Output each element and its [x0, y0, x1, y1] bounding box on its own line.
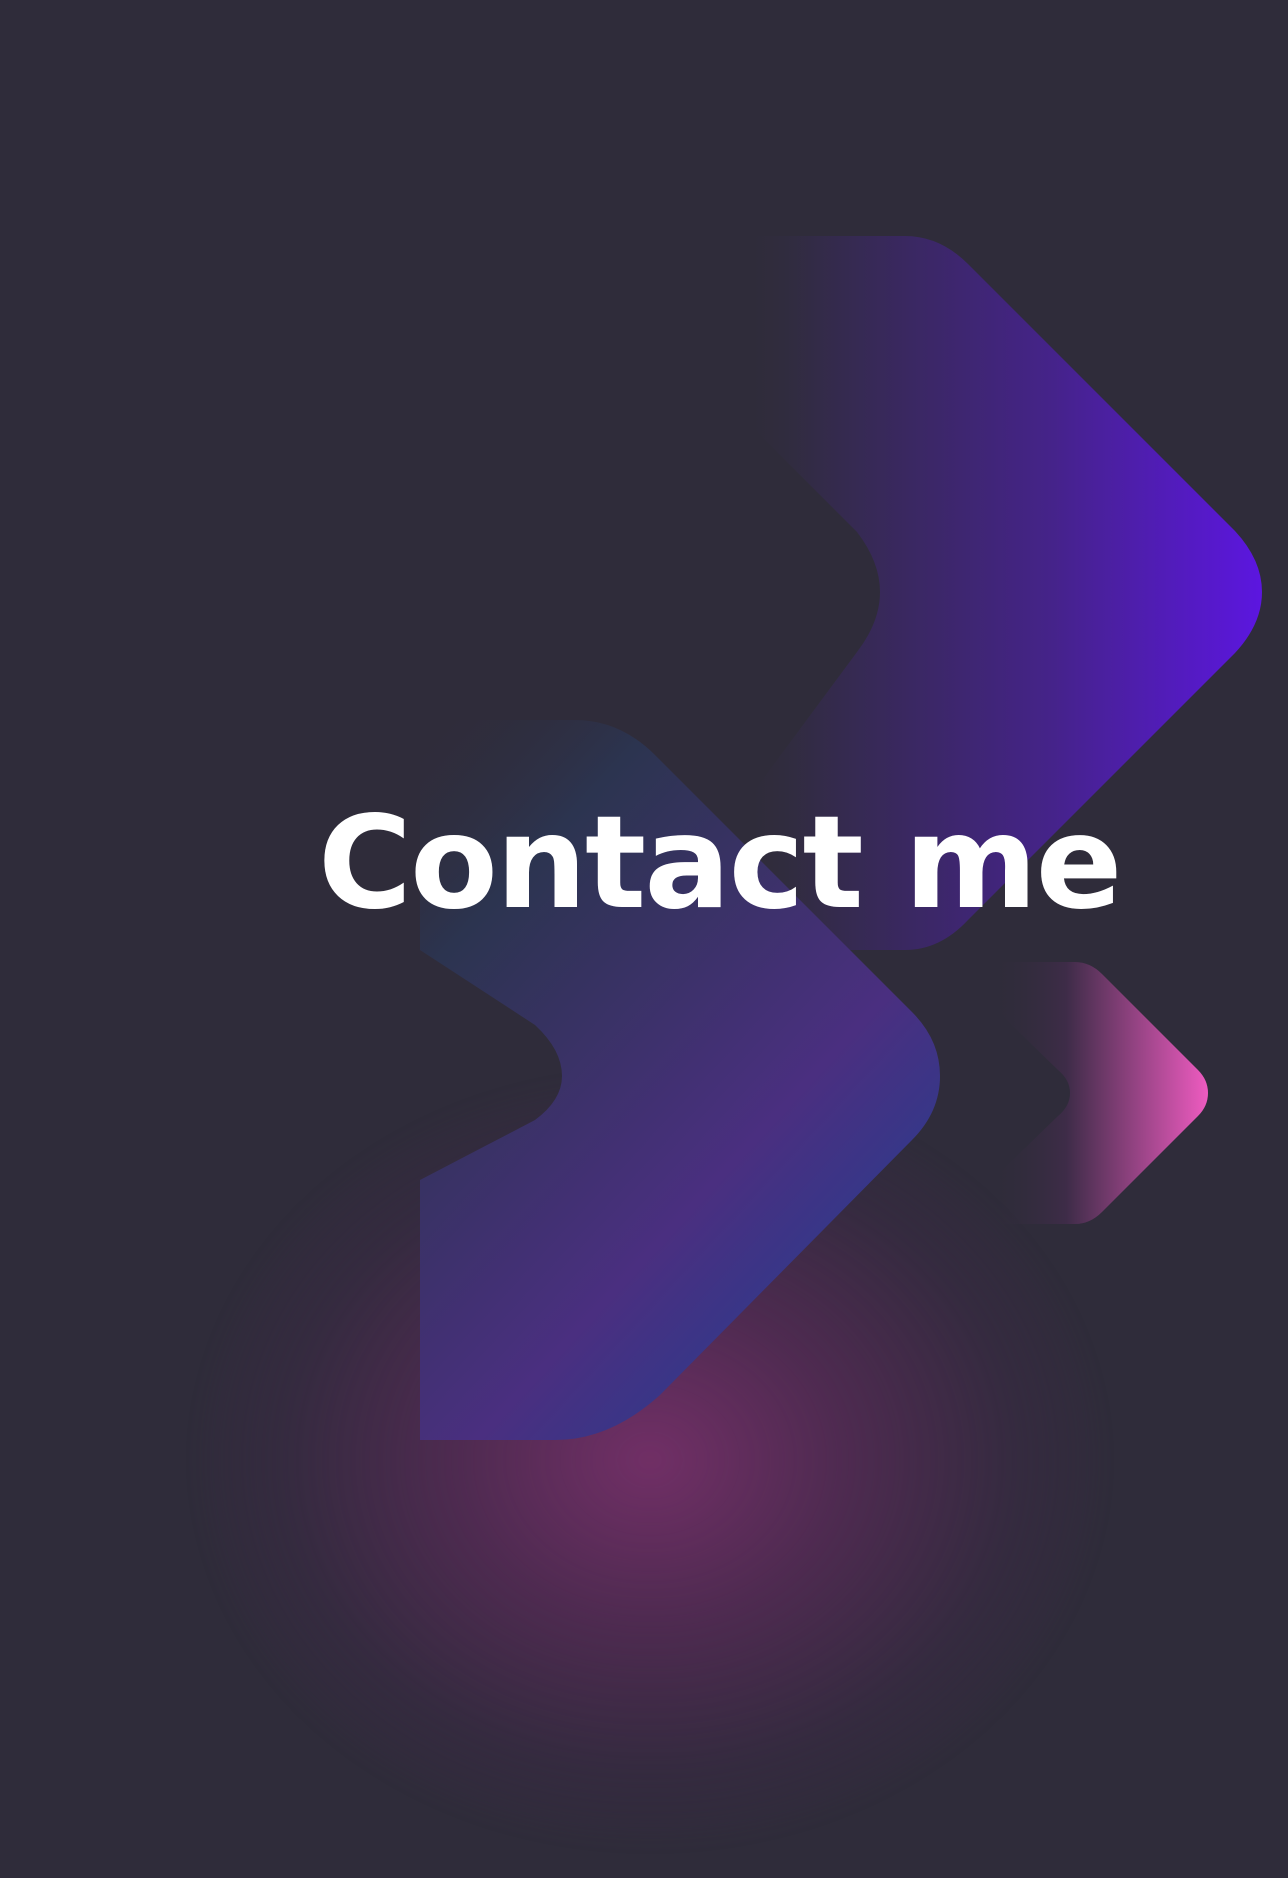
chevron-decoration	[420, 236, 1262, 1440]
page-title: Contact me	[318, 789, 1122, 938]
contact-page: Contact me	[0, 0, 1288, 1878]
chevron-small-shape	[990, 962, 1208, 1224]
